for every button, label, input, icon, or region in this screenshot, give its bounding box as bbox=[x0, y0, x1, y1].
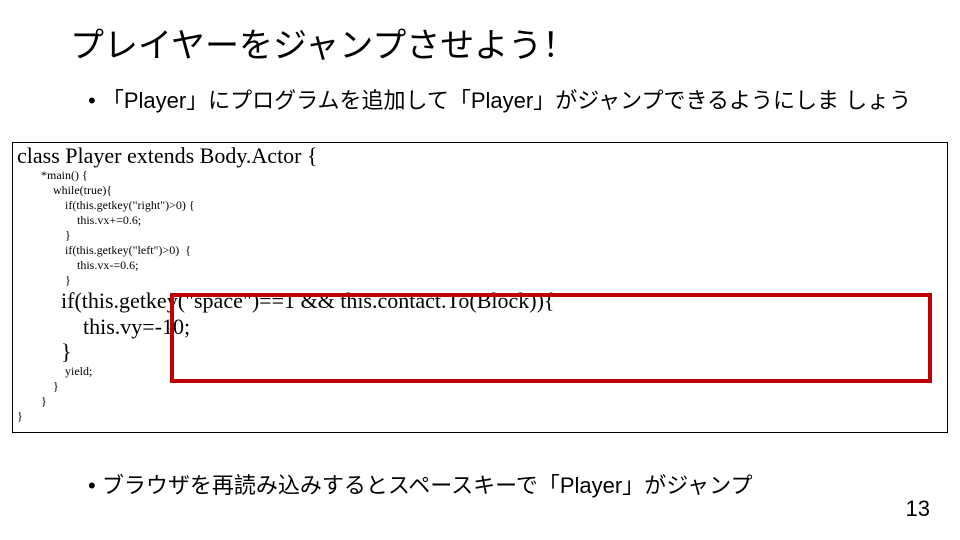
page-number: 13 bbox=[906, 496, 930, 522]
code-highlight-line: if(this.getkey("space")==1 && this.conta… bbox=[13, 288, 947, 313]
code-line: if(this.getkey("right")>0) { bbox=[13, 198, 947, 213]
code-line: } bbox=[13, 409, 947, 424]
code-line: } bbox=[13, 228, 947, 243]
code-line: this.vx+=0.6; bbox=[13, 213, 947, 228]
code-line: *main() { bbox=[13, 168, 947, 183]
code-line: if(this.getkey("left")>0) { bbox=[13, 243, 947, 258]
code-highlight-line: } bbox=[13, 339, 947, 364]
code-line: } bbox=[13, 394, 947, 409]
code-line: class Player extends Body.Actor { bbox=[13, 143, 947, 168]
bullet-instruction-2: • ブラウザを再読み込みするとスペースキーで「Player」がジャンプ bbox=[88, 468, 752, 500]
code-line: } bbox=[13, 379, 947, 394]
code-highlight-line: this.vy=-10; bbox=[13, 314, 947, 339]
code-line: while(true){ bbox=[13, 183, 947, 198]
code-line: this.vx-=0.6; bbox=[13, 258, 947, 273]
code-line: yield; bbox=[13, 364, 947, 379]
slide-title: プレイヤーをジャンプさせよう！ bbox=[70, 18, 576, 67]
code-block: class Player extends Body.Actor { *main(… bbox=[12, 142, 948, 433]
code-line: } bbox=[13, 273, 947, 288]
bullet-instruction-1: • 「Player」にプログラムを追加して「Player」がジャンプできるように… bbox=[88, 86, 911, 116]
